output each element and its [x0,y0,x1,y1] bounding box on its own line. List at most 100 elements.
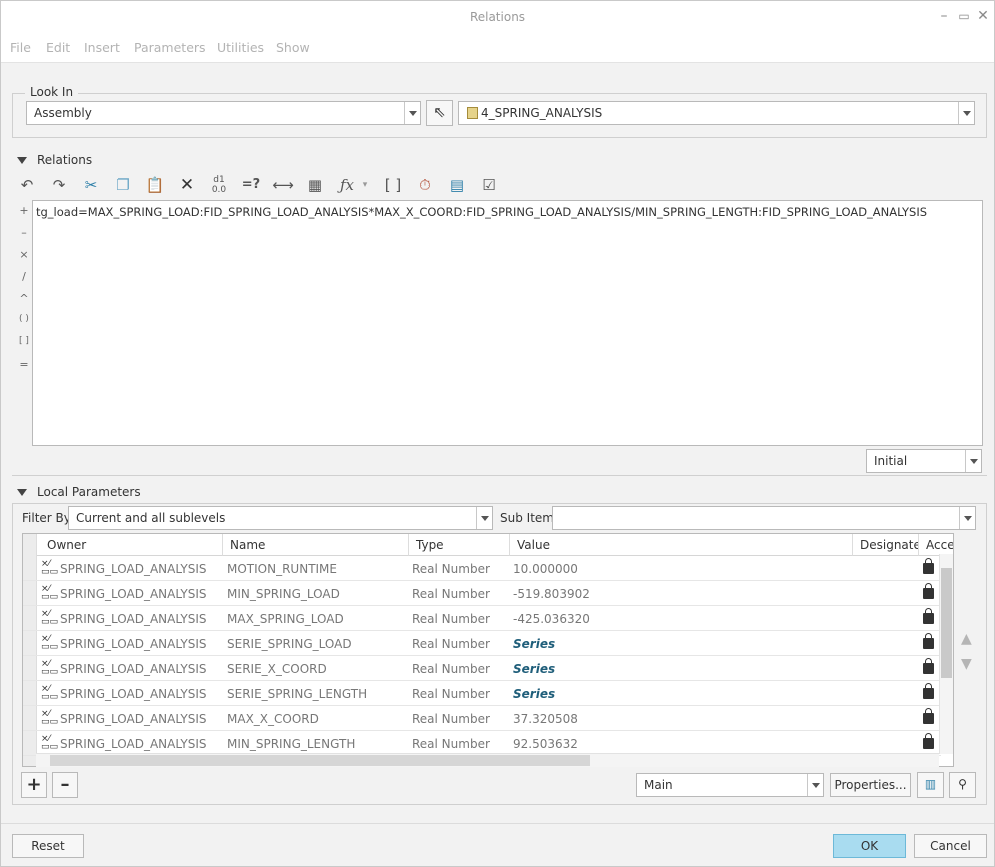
select-pointer-button[interactable]: ⇖ [426,100,453,126]
title-bar: Relations – ▭ ✕ [1,1,994,33]
column-access[interactable]: Acce [919,534,953,556]
brackets-icon[interactable]: [ ] [381,173,405,197]
assembly-icon [467,107,478,119]
parameter-icon: ×⁄ ▭▭ [41,559,59,577]
minimize-icon[interactable]: – [935,7,953,25]
param-value: -425.036320 [513,612,590,626]
local-params-section-title: Local Parameters [37,485,141,499]
relations-editor[interactable]: tg_load=MAX_SPRING_LOAD:FID_SPRING_LOAD_… [32,200,983,446]
menu-utilities[interactable]: Utilities [217,40,264,55]
copy-icon[interactable]: ❐ [111,173,135,197]
table-row[interactable]: ×⁄ ▭▭ SPRING_LOAD_ANALYSIS SERIE_X_COORD … [23,656,941,681]
param-value: 92.503632 [513,737,578,751]
look-in-model-select[interactable]: 4_SPRING_ANALYSIS [458,101,975,125]
chevron-down-icon [807,774,823,796]
properties-button[interactable]: Properties... [830,773,911,797]
scroll-thumb[interactable] [941,568,952,678]
chevron-down-icon [404,102,420,124]
table-row[interactable]: ×⁄ ▭▭ SPRING_LOAD_ANALYSIS MAX_SPRING_LOA… [23,606,941,631]
column-designate[interactable]: Designate [853,534,919,556]
table-row[interactable]: ×⁄ ▭▭ SPRING_LOAD_ANALYSIS MAX_X_COORD Re… [23,706,941,731]
filter-by-select[interactable]: Current and all sublevels [68,506,493,530]
column-type[interactable]: Type [409,534,510,556]
relation-mode-select[interactable]: Initial [866,449,982,473]
add-parameter-button[interactable]: + [21,772,47,798]
lock-icon [923,733,934,749]
evaluate-icon[interactable]: d1 0.0 [207,173,231,197]
undo-icon[interactable]: ↶ [15,173,39,197]
parameter-icon: ×⁄ ▭▭ [41,734,59,752]
lock-icon [923,658,934,674]
menu-edit[interactable]: Edit [46,40,70,55]
vertical-scrollbar[interactable] [939,554,953,754]
horizontal-scrollbar[interactable] [36,753,939,767]
operator-divide[interactable]: / [17,270,31,283]
maximize-icon[interactable]: ▭ [955,7,973,25]
param-value-series[interactable]: Series [513,687,555,701]
show-dimensions-icon[interactable]: ▤ [445,173,469,197]
binoculars-icon: ⚲ [958,777,967,791]
cut-icon[interactable]: ✂ [79,173,103,197]
table-row[interactable]: ×⁄ ▭▭ SPRING_LOAD_ANALYSIS MIN_SPRING_LOA… [23,581,941,606]
move-up-icon[interactable]: ▲ [961,631,972,647]
operator-minus[interactable]: – [17,226,31,239]
column-name[interactable]: Name [223,534,409,556]
delete-icon[interactable]: ✕ [175,173,199,197]
table-row[interactable]: ×⁄ ▭▭ SPRING_LOAD_ANALYSIS SERIE_SPRING_L… [23,681,941,706]
sub-items-select[interactable] [552,506,976,530]
footer-separator [1,823,994,824]
operator-equals[interactable]: = [17,358,31,371]
view-select[interactable]: Main [636,773,824,797]
close-icon[interactable]: ✕ [974,7,992,25]
menu-insert[interactable]: Insert [84,40,120,55]
sort-icon[interactable]: ▦ [303,173,327,197]
param-value-series[interactable]: Series [513,662,555,676]
parameter-icon: ×⁄ ▭▭ [41,634,59,652]
find-button[interactable]: ⚲ [949,772,976,798]
cursor-icon: ⇖ [433,103,446,121]
filter-by-value: Current and all sublevels [76,511,226,525]
operator-brackets[interactable]: [ ] [17,336,31,346]
remove-parameter-button[interactable]: – [52,772,78,798]
function-icon[interactable]: ƒx [335,173,359,197]
table-row[interactable]: ×⁄ ▭▭ SPRING_LOAD_ANALYSIS SERIE_SPRING_L… [23,631,941,656]
lock-icon [923,633,934,649]
window-title: Relations [469,10,526,24]
function-dropdown-icon[interactable]: ▾ [359,173,371,197]
look-in-scope-select[interactable]: Assembly [26,101,421,125]
columns-button[interactable]: ▥ [917,772,944,798]
ok-button[interactable]: OK [833,834,906,858]
menu-parameters[interactable]: Parameters [134,40,206,55]
menu-show[interactable]: Show [276,40,310,55]
param-value-series[interactable]: Series [513,637,555,651]
column-value[interactable]: Value [510,534,853,556]
collapse-local-params-icon[interactable] [17,489,27,496]
unit-sensitive-icon[interactable]: ⏱ [413,173,437,197]
lock-icon [923,708,934,724]
menu-file[interactable]: File [10,40,31,55]
redo-icon[interactable]: ↷ [47,173,71,197]
relation-line: tg_load=MAX_SPRING_LOAD:FID_SPRING_LOAD_… [36,205,928,219]
operator-power[interactable]: ^ [17,292,31,305]
operator-plus[interactable]: + [17,204,31,217]
column-owner[interactable]: Owner [37,534,223,556]
verify-icon[interactable]: =? [239,173,263,197]
reset-button[interactable]: Reset [12,834,84,858]
lock-icon [923,683,934,699]
chevron-down-icon [965,450,981,472]
table-row[interactable]: ×⁄ ▭▭ SPRING_LOAD_ANALYSIS MOTION_RUNTIME… [23,556,941,581]
parameters-table: Owner Name Type Value Designate Acce ×⁄ ▭… [22,533,954,767]
dimension-icon[interactable]: ⟷ [271,173,295,197]
menu-bar: File Edit Insert Parameters Utilities Sh… [1,33,994,63]
operator-multiply[interactable]: × [17,248,31,261]
scroll-thumb[interactable] [50,755,590,766]
operator-parentheses[interactable]: ( ) [17,314,31,324]
look-in-scope-value: Assembly [34,106,92,120]
move-down-icon[interactable]: ▼ [961,656,972,672]
check-relations-icon[interactable]: ☑ [477,173,501,197]
separator [12,475,987,476]
paste-icon[interactable]: 📋 [143,173,167,197]
lock-icon [923,608,934,624]
collapse-relations-icon[interactable] [17,157,27,164]
cancel-button[interactable]: Cancel [914,834,987,858]
